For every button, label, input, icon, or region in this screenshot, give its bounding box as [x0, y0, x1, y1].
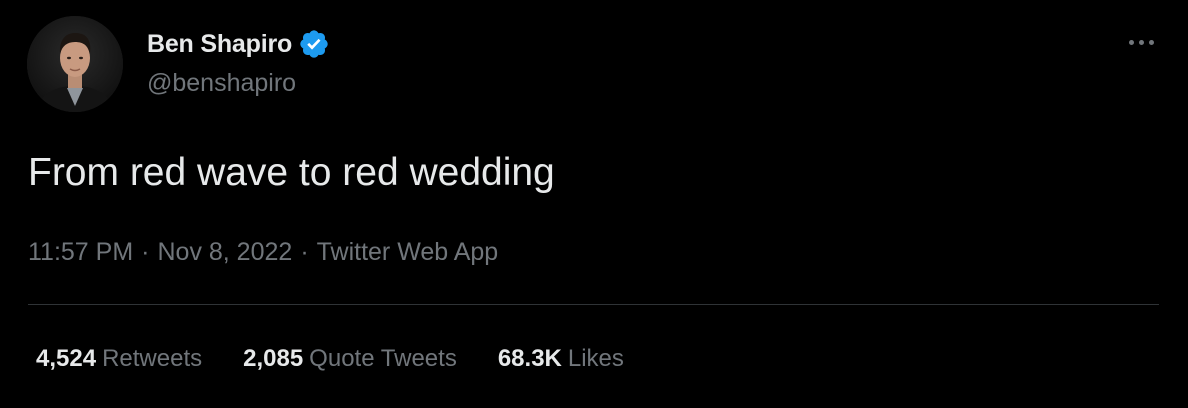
- tweet-date[interactable]: Nov 8, 2022: [157, 238, 292, 266]
- verified-badge-icon: [298, 28, 330, 60]
- retweets-label: Retweets: [102, 345, 203, 372]
- author-display-name[interactable]: Ben Shapiro: [147, 30, 292, 59]
- tweet-time[interactable]: 11:57 PM: [28, 238, 133, 266]
- more-options-icon[interactable]: [1124, 30, 1158, 54]
- meta-separator: ·: [141, 238, 150, 266]
- retweets-stat[interactable]: 4,524 Retweets: [36, 343, 202, 375]
- avatar[interactable]: [27, 16, 123, 112]
- tweet-source[interactable]: Twitter Web App: [317, 238, 499, 266]
- retweets-count: 4,524: [36, 345, 97, 372]
- tweet-stats: 4,524 Retweets 2,085 Quote Tweets 68.3K Lik…: [36, 343, 624, 375]
- tweet-card: Ben Shapiro @benshapiro From red wave to…: [0, 0, 1188, 408]
- quote-tweets-label: Quote Tweets: [309, 345, 457, 372]
- likes-label: Likes: [567, 345, 624, 372]
- profile-photo: [27, 16, 123, 112]
- tweet-text: From red wave to red wedding: [28, 151, 555, 194]
- meta-separator: ·: [300, 238, 309, 266]
- likes-stat[interactable]: 68.3K Likes: [498, 343, 624, 375]
- divider: [28, 304, 1159, 305]
- author-name-row: Ben Shapiro: [147, 28, 330, 60]
- quote-tweets-count: 2,085: [243, 345, 304, 372]
- likes-count: 68.3K: [497, 345, 562, 372]
- quote-tweets-stat[interactable]: 2,085 Quote Tweets: [243, 343, 457, 375]
- tweet-metadata: 11:57 PM · Nov 8, 2022 · Twitter Web App: [28, 236, 498, 268]
- author-handle[interactable]: @benshapiro: [147, 69, 296, 98]
